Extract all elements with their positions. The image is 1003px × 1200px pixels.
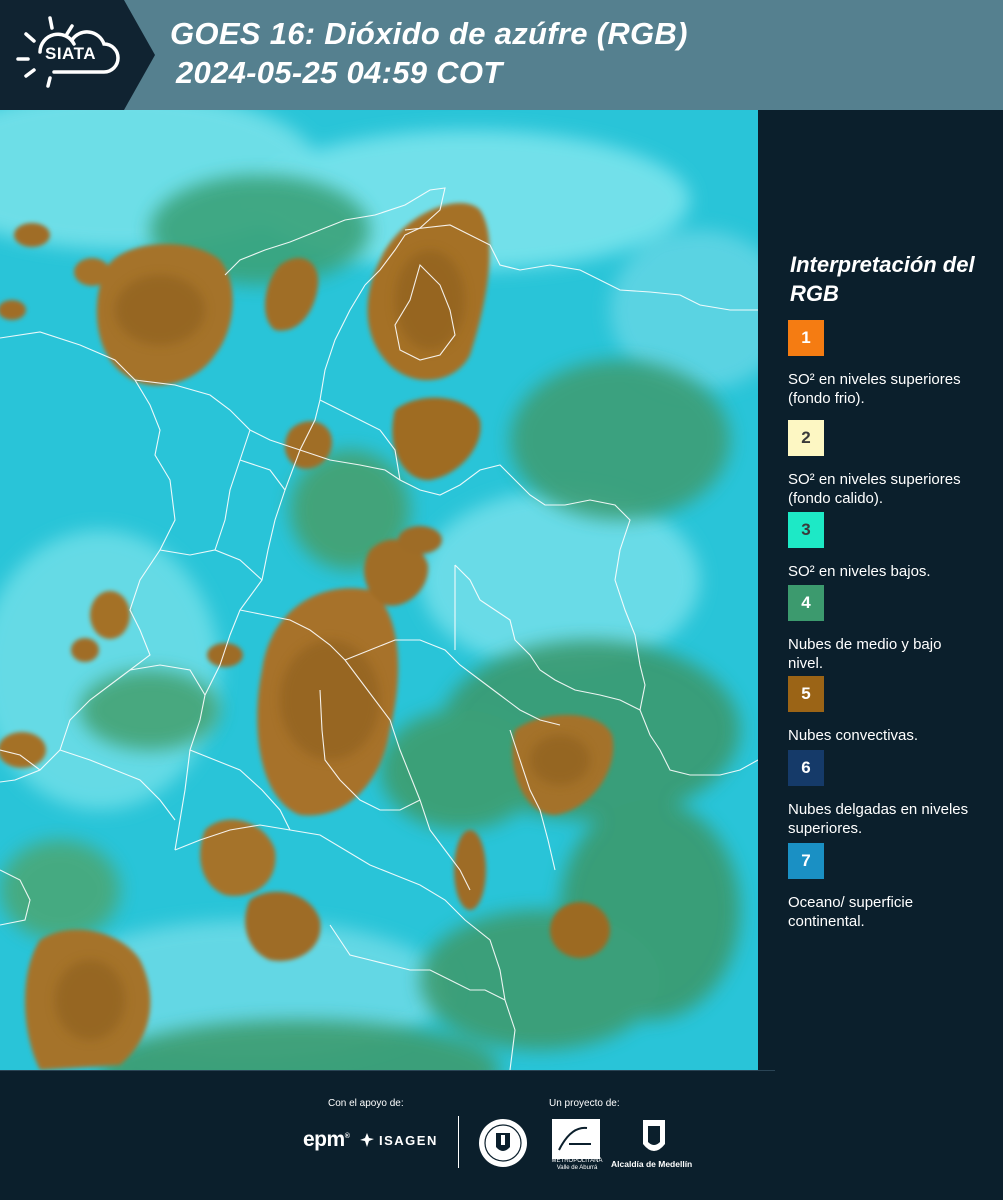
- isagen-mark-icon: [360, 1133, 374, 1147]
- legend-item: 3 SO² en niveles bajos.: [788, 512, 988, 581]
- legend-label: Nubes de medio y bajo nivel.: [788, 636, 942, 672]
- legend-label: Oceano/ superficie continental.: [788, 894, 914, 930]
- isagen-text: ISAGEN: [379, 1132, 438, 1148]
- legend-swatch: 2: [788, 420, 824, 456]
- epm-text: epm: [303, 1128, 345, 1151]
- legend-swatch: 1: [788, 320, 824, 356]
- legend-item: 5 Nubes convectivas.: [788, 676, 988, 745]
- satellite-map: [0, 110, 758, 1070]
- legend-label: Nubes delgadas en niveles superiores.: [788, 801, 969, 837]
- alcaldia-name: Alcaldía de Medellín: [611, 1159, 693, 1169]
- timestamp: 2024-05-25 04:59 COT: [176, 55, 503, 90]
- legend-panel: Interpretación del RGB 1 SO² en niveles s…: [758, 110, 1003, 1070]
- footer: Con el apoyo de: Un proyecto de: epm® IS…: [0, 1070, 1003, 1200]
- alcaldia-shield-icon: [643, 1120, 665, 1151]
- legend-item: 4 Nubes de medio y bajo nivel.: [788, 585, 988, 673]
- legend-swatch: 5: [788, 676, 824, 712]
- area-metropolitana-name: METROPOLITANA Valle de Aburrá: [551, 1158, 603, 1171]
- legend-title: Interpretación del RGB: [790, 252, 975, 306]
- legend-label: SO² en niveles superiores (fondo frio).: [788, 371, 961, 407]
- legend-label: SO² en niveles bajos.: [788, 563, 931, 580]
- legend-item: 7 Oceano/ superficie continental.: [788, 843, 988, 931]
- support-label: Con el apoyo de:: [328, 1098, 404, 1109]
- logo-text: SIATA: [45, 44, 96, 63]
- siata-logo: SIATA: [0, 0, 155, 110]
- legend-swatch: 3: [788, 512, 824, 548]
- legend-item: 6 Nubes delgadas en niveles superiores.: [788, 750, 988, 838]
- legend-label: SO² en niveles superiores (fondo calido)…: [788, 471, 961, 507]
- legend-swatch: 7: [788, 843, 824, 879]
- legend-label: Nubes convectivas.: [788, 727, 919, 744]
- rgb-imagery: [0, 110, 758, 1070]
- footer-separator: [458, 1116, 459, 1168]
- legend-swatch: 4: [788, 585, 824, 621]
- project-label: Un proyecto de:: [549, 1098, 620, 1109]
- medellin-seal-icon: [479, 1119, 527, 1167]
- legend-item: 1 SO² en niveles superiores (fondo frio).: [788, 320, 988, 408]
- isagen-logo: ISAGEN: [359, 1132, 438, 1148]
- epm-logo: epm®: [303, 1128, 350, 1151]
- header: SIATA GOES 16: Dióxido de azúfre (RGB) 2…: [0, 0, 1003, 110]
- legend-item: 2 SO² en niveles superiores (fondo calido…: [788, 420, 988, 508]
- footer-divider: [0, 1070, 775, 1071]
- legend-swatch: 6: [788, 750, 824, 786]
- page-title: GOES 16: Dióxido de azúfre (RGB): [170, 16, 688, 51]
